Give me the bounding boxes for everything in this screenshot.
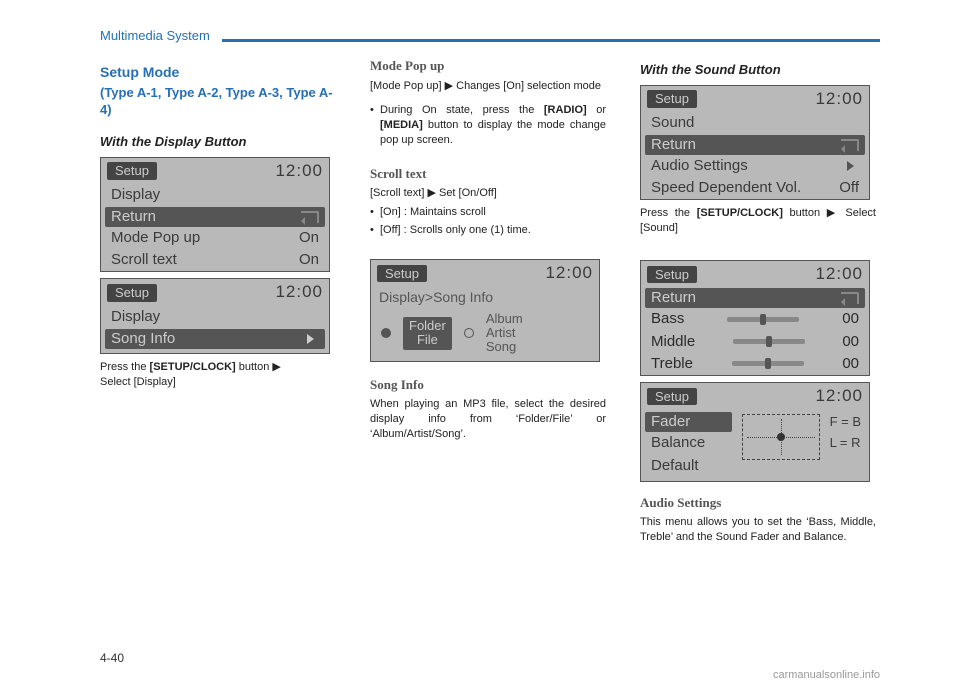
menu-return: Return bbox=[645, 288, 865, 308]
fader-value: F = B bbox=[830, 412, 861, 433]
display-screen-2: Setup 12:00 Display Song Info bbox=[100, 278, 330, 353]
sound-screen-1: Setup 12:00 Sound Return Audio Settings … bbox=[640, 85, 870, 201]
song-info-screen: Setup 12:00 Display>Song Info FolderFile… bbox=[370, 259, 600, 362]
menu-audio-settings: Audio Settings bbox=[641, 155, 869, 177]
menu-balance: Balance bbox=[645, 432, 732, 454]
menu-mode-popup: Mode Pop upOn bbox=[101, 227, 329, 249]
menu-song-info: Song Info bbox=[105, 329, 325, 349]
chevron-right-icon bbox=[307, 334, 319, 344]
clock-display: 12:00 bbox=[815, 88, 863, 111]
eq-screen: Setup 12:00 Return Bass 00 Middle 00 bbox=[640, 260, 870, 376]
folder-file-option: FolderFile bbox=[403, 317, 452, 350]
album-artist-song-option: AlbumArtistSong bbox=[486, 312, 523, 355]
clock-display: 12:00 bbox=[275, 160, 323, 183]
radio-selected-icon bbox=[381, 328, 391, 338]
song-info-heading: Song Info bbox=[370, 376, 606, 394]
breadcrumb: Display>Song Info bbox=[371, 287, 599, 308]
radio-unselected-icon bbox=[464, 328, 474, 338]
mode-popup-line: [Mode Pop up] ▶ Changes [On] selection m… bbox=[370, 79, 606, 94]
balance-value: L = R bbox=[830, 433, 861, 454]
balance-grid-icon bbox=[742, 414, 820, 460]
return-icon bbox=[301, 211, 319, 223]
slider-icon bbox=[732, 361, 804, 366]
slider-icon bbox=[727, 317, 799, 322]
page-header: Multimedia System bbox=[100, 28, 880, 43]
sound-caption: Press the [SETUP/CLOCK] button ▶ Select … bbox=[640, 206, 876, 236]
scroll-off-bullet: •[Off] : Scrolls only one (1) time. bbox=[370, 223, 606, 238]
setup-tab: Setup bbox=[377, 265, 427, 283]
menu-speed-vol: Speed Dependent Vol.Off bbox=[641, 177, 869, 199]
menu-return: Return bbox=[645, 135, 865, 155]
balance-screen: Setup 12:00 Fader Balance Default F = B … bbox=[640, 382, 870, 482]
display-screen-1: Setup 12:00 Display Return Mode Pop upOn… bbox=[100, 157, 330, 273]
setup-mode-heading: Setup Mode bbox=[100, 63, 336, 82]
scroll-text-line: [Scroll text] ▶ Set [On/Off] bbox=[370, 186, 606, 201]
scroll-on-bullet: •[On] : Maintains scroll bbox=[370, 205, 606, 220]
eq-bass: Bass 00 bbox=[641, 308, 869, 330]
setup-mode-subheading: (Type A-1, Type A-2, Type A-3, Type A-4) bbox=[100, 84, 336, 119]
eq-middle: Middle 00 bbox=[641, 331, 869, 353]
menu-display: Display bbox=[101, 306, 329, 328]
setup-tab: Setup bbox=[647, 266, 697, 284]
menu-default: Default bbox=[645, 455, 732, 477]
column-2: Mode Pop up [Mode Pop up] ▶ Changes [On]… bbox=[370, 57, 606, 555]
audio-settings-heading: Audio Settings bbox=[640, 494, 876, 512]
display-caption: Press the [SETUP/CLOCK] button ▶ Select … bbox=[100, 360, 336, 390]
menu-fader: Fader bbox=[645, 412, 732, 432]
clock-display: 12:00 bbox=[275, 281, 323, 304]
setup-tab: Setup bbox=[647, 388, 697, 406]
clock-display: 12:00 bbox=[545, 262, 593, 285]
menu-sound: Sound bbox=[641, 112, 869, 134]
mode-popup-heading: Mode Pop up bbox=[370, 57, 606, 75]
clock-display: 12:00 bbox=[815, 263, 863, 286]
column-3: With the Sound Button Setup 12:00 Sound … bbox=[640, 57, 876, 555]
chevron-right-icon bbox=[847, 161, 859, 171]
section-title: Multimedia System bbox=[100, 28, 222, 43]
column-1: Setup Mode (Type A-1, Type A-2, Type A-3… bbox=[100, 57, 336, 555]
watermark: carmanualsonline.info bbox=[773, 669, 880, 681]
return-icon bbox=[841, 292, 859, 304]
menu-display: Display bbox=[101, 184, 329, 206]
setup-tab: Setup bbox=[107, 162, 157, 180]
audio-settings-para: This menu allows you to set the ‘Bass, M… bbox=[640, 515, 876, 545]
slider-icon bbox=[733, 339, 805, 344]
header-rule bbox=[222, 39, 880, 42]
setup-tab: Setup bbox=[647, 90, 697, 108]
return-icon bbox=[841, 139, 859, 151]
page-number: 4-40 bbox=[100, 651, 124, 665]
with-sound-button-heading: With the Sound Button bbox=[640, 61, 876, 79]
mode-popup-bullet: • During On state, press the [RADIO] or … bbox=[370, 103, 606, 148]
scroll-text-heading: Scroll text bbox=[370, 165, 606, 183]
menu-return: Return bbox=[105, 207, 325, 227]
song-info-para: When playing an MP3 file, select the des… bbox=[370, 397, 606, 442]
clock-display: 12:00 bbox=[815, 385, 863, 408]
with-display-button-heading: With the Display Button bbox=[100, 133, 336, 151]
menu-scroll-text: Scroll textOn bbox=[101, 249, 329, 271]
setup-tab: Setup bbox=[107, 284, 157, 302]
eq-treble: Treble 00 bbox=[641, 353, 869, 375]
